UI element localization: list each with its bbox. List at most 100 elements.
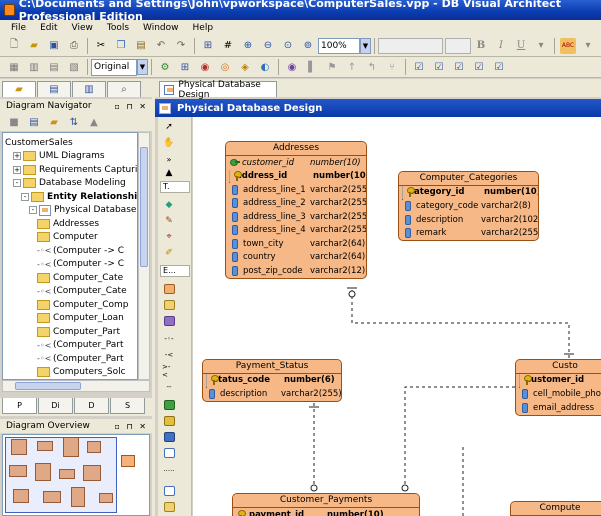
flag-icon[interactable]: ⚑ — [324, 59, 340, 75]
copy-icon[interactable]: ❐ — [113, 38, 129, 54]
note-icon[interactable]: ▧ — [66, 59, 82, 75]
collapse-icon[interactable]: - — [13, 179, 21, 187]
sync-icon[interactable]: ⚙ — [157, 59, 173, 75]
entity-column[interactable]: post_zip_code varchar2(12) — [226, 264, 366, 278]
diagram-icon[interactable]: ▦ — [6, 59, 22, 75]
entity-column[interactable]: address_line_4 varchar2(255) — [226, 224, 366, 238]
one-to-many-tool-icon[interactable]: -< — [162, 349, 176, 361]
open-folder-icon[interactable]: ▰ — [26, 38, 42, 54]
collapse-icon[interactable]: - — [21, 192, 29, 201]
tree-item[interactable]: -◦< (Computer_Part — [37, 352, 124, 365]
procedure-tool-icon[interactable] — [162, 315, 176, 327]
diagram-overview[interactable] — [2, 434, 150, 516]
entity-payment-status[interactable]: Payment_Status status_code number(6) descri… — [202, 359, 342, 402]
entity-column[interactable]: address_line_2 varchar2(255) — [226, 197, 366, 211]
many-to-many-tool-icon[interactable]: >-< — [162, 363, 176, 379]
entity-tool-icon[interactable] — [162, 283, 176, 295]
tree-item[interactable]: Computer — [37, 231, 98, 244]
column-tool-icon[interactable] — [162, 415, 176, 427]
generate-ddl-icon[interactable]: ⊞ — [177, 59, 193, 75]
tree-item[interactable]: Computer_Cate — [37, 271, 123, 284]
up-icon[interactable]: ▲ — [86, 114, 102, 130]
expand-icon[interactable]: + — [13, 165, 21, 174]
er-tool-group[interactable]: E... — [160, 265, 190, 277]
tree-item[interactable]: -◦< (Computer -> C — [37, 244, 124, 257]
package-icon[interactable]: ▤ — [46, 59, 62, 75]
select-tool-icon[interactable]: ➚ — [162, 121, 176, 133]
align-icon[interactable]: ◉ — [284, 59, 300, 75]
brush-icon[interactable]: ✐ — [162, 247, 176, 259]
entity-column[interactable]: country varchar2(64) — [226, 251, 366, 265]
hand-tool-icon[interactable]: ✋ — [162, 137, 176, 149]
tab-diagram-navigator[interactable]: ▰ — [2, 81, 36, 97]
tree-item[interactable]: -◦< (Computer -> C — [37, 258, 124, 271]
menu-view[interactable]: View — [65, 23, 100, 33]
italic-button[interactable]: I — [493, 38, 509, 54]
entity-column[interactable]: payment_id number(10) — [233, 508, 419, 516]
layout-icon[interactable]: ⊞ — [200, 38, 216, 54]
tree-item[interactable]: Computer_Part — [37, 325, 120, 338]
tree-item[interactable]: Computers_Solc — [37, 366, 126, 379]
font-color-icon[interactable]: ▾ — [533, 38, 549, 54]
print-icon[interactable]: ⎙ — [66, 38, 82, 54]
tree-item[interactable]: CustomerSales — [5, 136, 73, 149]
entity-column[interactable]: customer_id — [519, 374, 584, 388]
pencil-icon[interactable]: ✎ — [162, 215, 176, 227]
checklist-icon[interactable]: ☑ — [491, 59, 507, 75]
arrow-return-icon[interactable]: ↰ — [364, 59, 380, 75]
branch-icon[interactable]: ⑂ — [384, 59, 400, 75]
panel-controls-icon[interactable]: ▫ ⊓ ✕ — [115, 102, 148, 111]
tree-item[interactable]: Computer_Comp — [37, 298, 129, 311]
anchor-icon[interactable]: ⌖ — [162, 231, 176, 243]
trigger-tool-icon[interactable] — [162, 447, 176, 459]
tab-property[interactable]: P — [2, 398, 37, 414]
entity-column[interactable]: address_line_1 varchar2(255) — [226, 183, 366, 197]
tab-search[interactable]: ⌕ — [107, 81, 141, 97]
underline-button[interactable]: U — [513, 38, 529, 54]
zoom-reset-icon[interactable]: ⊚ — [300, 38, 316, 54]
entity-column[interactable]: email_address — [516, 401, 601, 415]
tree-item[interactable]: - Physical Database D — [29, 204, 137, 217]
tab-class-repository[interactable]: ▥ — [72, 81, 106, 97]
tree-item[interactable]: + Requirements Capturing — [13, 163, 137, 176]
zoom-out-icon[interactable]: ⊖ — [260, 38, 276, 54]
entity-computers[interactable]: Compute — [510, 501, 601, 516]
menu-tools[interactable]: Tools — [100, 23, 136, 33]
entity-column[interactable]: status_code number(6) — [206, 374, 335, 388]
entity-column[interactable]: cell_mobile_phone — [516, 388, 601, 402]
entity-column[interactable]: customer_id number(10) — [226, 156, 366, 170]
style-select[interactable]: Original — [91, 58, 137, 76]
checklist-icon[interactable]: ☑ — [471, 59, 487, 75]
report-icon[interactable]: ◈ — [237, 59, 253, 75]
tree-item[interactable]: + UML Diagrams — [13, 150, 105, 163]
java-icon[interactable]: ◐ — [257, 59, 273, 75]
tab-model-explorer[interactable]: ▤ — [37, 81, 71, 97]
entity-column[interactable]: town_city varchar2(64) — [226, 237, 366, 251]
zoom-combobox[interactable]: 100% — [318, 37, 360, 54]
new-file-icon[interactable]: 🗋 — [6, 38, 22, 54]
menu-help[interactable]: Help — [186, 23, 221, 33]
tab-documentation[interactable]: D — [74, 398, 109, 414]
save-icon[interactable]: ▣ — [46, 38, 62, 54]
tree-item[interactable]: -◦< (Computer_Part — [37, 339, 124, 352]
note-tool-icon[interactable] — [162, 485, 176, 497]
collapse-icon[interactable]: » — [162, 153, 176, 165]
relationship-line[interactable] — [351, 290, 570, 359]
text-tool-group[interactable]: T. — [160, 181, 190, 193]
entity-customers[interactable]: Custocustomer_id cell_mobile_phone email_a… — [515, 359, 601, 416]
diagram-canvas[interactable]: Addresses customer_id number(10) address_id… — [193, 117, 601, 516]
view-tool-icon[interactable] — [162, 299, 176, 311]
font-size-combobox[interactable] — [445, 37, 471, 54]
foreign-key-tool-icon[interactable]: -- — [162, 381, 176, 393]
tree-item[interactable]: - Entity Relationship Dia — [21, 190, 137, 203]
expand-icon[interactable]: + — [13, 152, 21, 160]
tree-item[interactable]: Addresses — [37, 217, 99, 230]
entity-column[interactable]: description varchar2(1024) — [399, 213, 538, 227]
reverse-icon[interactable]: ◎ — [217, 59, 233, 75]
entity-column[interactable]: address_line_3 varchar2(255) — [226, 210, 366, 224]
tree-vertical-scrollbar[interactable] — [138, 132, 150, 380]
entity-column[interactable]: category_code varchar2(8) — [399, 200, 538, 214]
new-diagram-icon[interactable]: ▤ — [26, 114, 42, 130]
relationship-tool-icon[interactable]: -◦- — [162, 333, 176, 345]
entity-column[interactable]: description varchar2(255) — [203, 388, 341, 402]
